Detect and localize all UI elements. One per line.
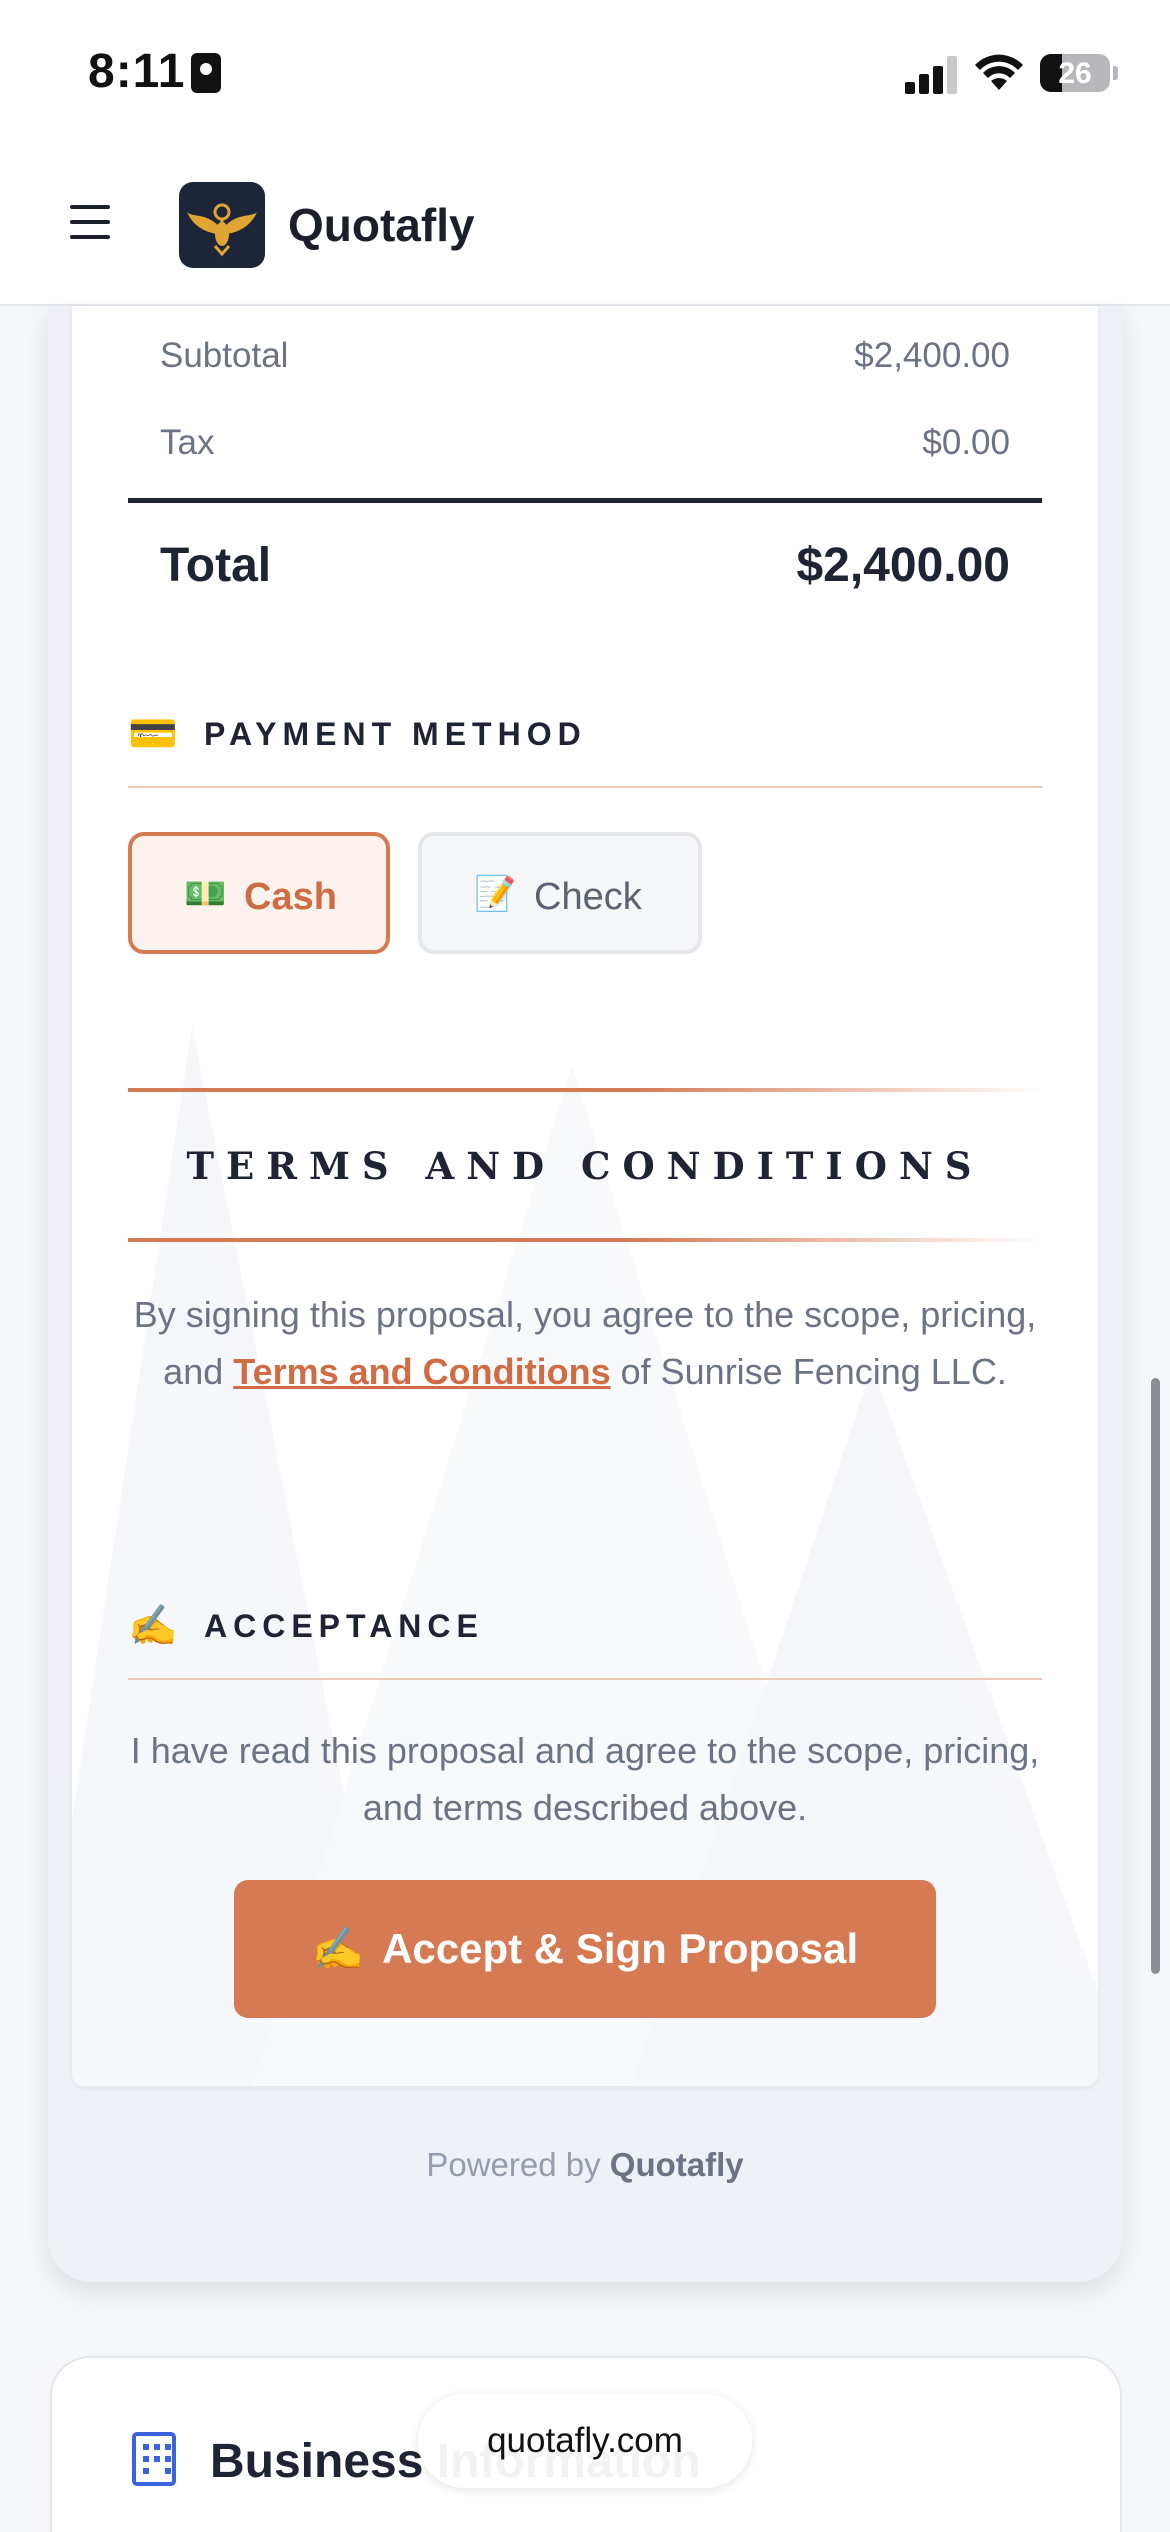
terms-text-after: of Sunrise Fencing LLC. [610, 1351, 1007, 1392]
battery-icon: 26 [1040, 54, 1110, 92]
payment-option-label: Check [534, 876, 642, 918]
browser-url-pill[interactable]: quotafly.com [418, 2394, 752, 2488]
terms-text: By signing this proposal, you agree to t… [128, 1286, 1042, 1400]
acceptance-header: ✍️ ACCEPTANCE [128, 1594, 1042, 1674]
writing-hand-icon: ✍️ [128, 1604, 178, 1648]
wifi-icon [975, 54, 1023, 90]
payment-method-header: 💳 PAYMENT METHOD [128, 702, 1042, 782]
terms-link[interactable]: Terms and Conditions [233, 1351, 610, 1392]
hamburger-menu-icon[interactable] [70, 205, 110, 239]
terms-top-rule [128, 1088, 1042, 1092]
payment-divider [128, 786, 1042, 788]
terms-title: TERMS AND CONDITIONS [186, 1144, 984, 1188]
tax-row: Tax $0.00 [160, 423, 1010, 463]
total-value: $2,400.00 [796, 539, 1010, 592]
acceptance-divider [128, 1678, 1042, 1680]
accept-sign-button[interactable]: ✍️ Accept & Sign Proposal [234, 1880, 936, 2018]
total-divider [128, 498, 1042, 503]
battery-level: 26 [1058, 57, 1092, 90]
writing-hand-icon: ✍️ [311, 1925, 365, 1972]
powered-brand[interactable]: Quotafly [610, 2146, 744, 2183]
acceptance-title: ACCEPTANCE [204, 1608, 484, 1644]
powered-prefix: Powered by [426, 2146, 601, 2183]
app-header: Quotafly [0, 150, 1170, 306]
payment-option-label: Cash [244, 876, 337, 918]
cash-icon: 💵 [184, 875, 227, 913]
memo-icon: 📝 [474, 875, 517, 913]
acceptance-text: I have read this proposal and agree to t… [130, 1730, 1040, 1828]
tax-value: $0.00 [922, 423, 1010, 462]
status-time: 8:11 [88, 45, 186, 98]
total-row: Total $2,400.00 [160, 538, 1010, 593]
tax-label: Tax [160, 423, 215, 462]
payment-method-title: PAYMENT METHOD [204, 716, 587, 752]
powered-by: Powered by Quotafly [48, 2146, 1122, 2184]
accept-sign-label: Accept & Sign Proposal [382, 1925, 859, 1972]
brand-name[interactable]: Quotafly [288, 198, 475, 252]
credit-card-icon: 💳 [128, 712, 178, 756]
building-icon [132, 2432, 176, 2486]
cellular-signal-icon [905, 56, 957, 94]
total-label: Total [160, 539, 272, 592]
quotafly-logo-icon [179, 182, 265, 268]
payment-option-cash[interactable]: 💵 Cash [128, 832, 390, 954]
contact-card-icon [191, 53, 221, 93]
battery-nub [1113, 66, 1118, 80]
subtotal-row: Subtotal $2,400.00 [160, 336, 1010, 376]
payment-option-check[interactable]: 📝 Check [418, 832, 702, 954]
status-bar: 8:11 26 [0, 0, 1170, 150]
scrollbar[interactable] [1151, 1378, 1160, 1974]
proposal-content: Subtotal $2,400.00 Tax $0.00 Total $2,40… [72, 306, 1098, 2086]
subtotal-value: $2,400.00 [854, 336, 1010, 375]
terms-bottom-rule [128, 1238, 1042, 1242]
subtotal-label: Subtotal [160, 336, 289, 375]
